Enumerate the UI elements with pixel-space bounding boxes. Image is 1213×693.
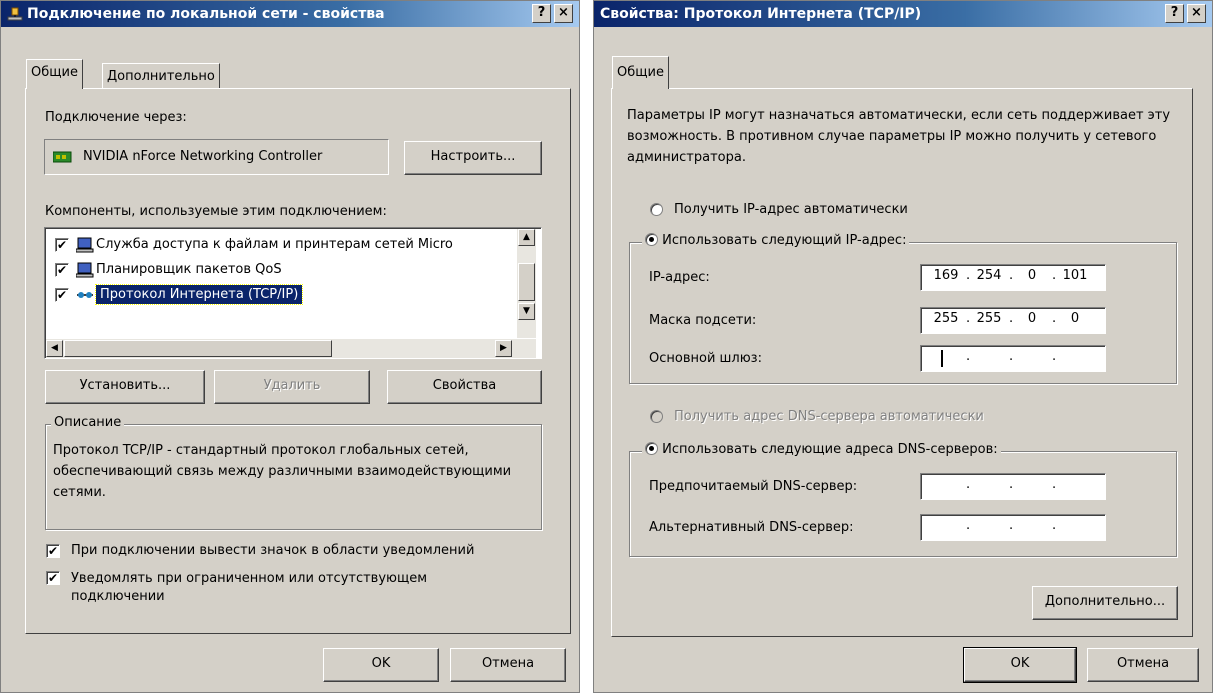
auto-ip-radio[interactable] bbox=[650, 203, 663, 216]
help-button[interactable]: ? bbox=[1165, 4, 1184, 23]
preferred-dns-field[interactable]: . . . bbox=[920, 473, 1106, 500]
general-panel: Параметры IP могут назначаться автоматич… bbox=[611, 88, 1193, 637]
scroll-down-icon[interactable]: ▼ bbox=[518, 303, 535, 320]
component-checkbox[interactable]: ✔ bbox=[55, 238, 69, 252]
notify-checkbox[interactable]: ✔ bbox=[46, 571, 60, 585]
tcpip-properties-dialog: Свойства: Протокол Интернета (TCP/IP) ? … bbox=[593, 0, 1213, 693]
component-checkbox[interactable]: ✔ bbox=[55, 263, 69, 277]
network-card-icon bbox=[52, 150, 73, 168]
mask-label: Маска подсети: bbox=[649, 313, 757, 328]
dns-group bbox=[629, 451, 1177, 557]
components-list[interactable]: ✔ Служба доступа к файлам и принтерам се… bbox=[44, 227, 542, 359]
cancel-button[interactable]: Отмена bbox=[450, 648, 566, 682]
ok-button[interactable]: OK bbox=[323, 648, 439, 682]
close-button[interactable]: × bbox=[1187, 4, 1206, 23]
network-connection-icon bbox=[7, 6, 23, 22]
show-icon-checkbox[interactable]: ✔ bbox=[46, 544, 60, 558]
mask-octet: 255 bbox=[976, 311, 1002, 326]
gateway-label: Основной шлюз: bbox=[649, 351, 762, 366]
subnet-mask-field[interactable]: 255 . 255 . 0 . 0 bbox=[920, 307, 1106, 334]
ip-octet: 101 bbox=[1062, 268, 1088, 283]
hscroll-thumb[interactable] bbox=[64, 340, 332, 357]
auto-dns-label: Получить адрес DNS-сервера автоматически bbox=[674, 409, 984, 424]
auto-ip-label: Получить IP-адрес автоматически bbox=[674, 202, 908, 217]
connect-via-label: Подключение через: bbox=[45, 110, 187, 125]
component-checkbox[interactable]: ✔ bbox=[55, 288, 69, 302]
properties-button[interactable]: Свойства bbox=[387, 370, 542, 404]
tab-advanced[interactable]: Дополнительно bbox=[102, 63, 220, 89]
scroll-up-icon[interactable]: ▲ bbox=[518, 229, 535, 246]
manual-ip-title: Использовать следующий IP-адрес: bbox=[642, 233, 910, 248]
right-title: Свойства: Протокол Интернета (TCP/IP) bbox=[600, 6, 922, 22]
component-label: Протокол Интернета (TCP/IP) bbox=[94, 284, 304, 305]
notify-label: Уведомлять при ограниченном или отсутств… bbox=[71, 571, 428, 604]
manual-dns-radio[interactable] bbox=[645, 442, 658, 455]
components-label: Компоненты, используемые этим подключени… bbox=[45, 204, 387, 219]
alternate-dns-field[interactable]: . . . bbox=[920, 514, 1106, 541]
manual-dns-title: Использовать следующие адреса DNS-сервер… bbox=[642, 442, 1001, 457]
ip-address-field[interactable]: 169 . 254 . 0 . 101 bbox=[920, 264, 1106, 291]
ip-octet: 169 bbox=[933, 268, 959, 283]
manual-ip-radio[interactable] bbox=[645, 233, 658, 246]
mask-octet: 255 bbox=[933, 311, 959, 326]
tab-general[interactable]: Общие bbox=[26, 59, 83, 89]
tab-general[interactable]: Общие bbox=[612, 56, 669, 89]
remove-button: Удалить bbox=[214, 370, 370, 404]
left-titlebar: Подключение по локальной сети - свойства… bbox=[1, 1, 579, 27]
alternate-dns-label: Альтернативный DNS-сервер: bbox=[649, 520, 854, 535]
description-title: Описание bbox=[51, 415, 125, 430]
close-button[interactable]: × bbox=[554, 4, 573, 23]
ok-button[interactable]: OK bbox=[963, 647, 1077, 683]
info-text: Параметры IP могут назначаться автоматич… bbox=[627, 108, 1171, 165]
adapter-box: NVIDIA nForce Networking Controller bbox=[44, 139, 389, 175]
scroll-left-icon[interactable]: ◀ bbox=[46, 340, 63, 357]
mask-octet: 0 bbox=[1070, 311, 1080, 326]
right-titlebar: Свойства: Протокол Интернета (TCP/IP) ? … bbox=[594, 1, 1212, 27]
auto-dns-radio bbox=[650, 410, 663, 423]
ip-octet: 0 bbox=[1027, 268, 1037, 283]
protocol-icon bbox=[76, 288, 94, 306]
advanced-button[interactable]: Дополнительно... bbox=[1032, 586, 1178, 620]
description-text: Протокол TCP/IP - стандартный протокол г… bbox=[53, 443, 512, 500]
manual-ip-label: Использовать следующий IP-адрес: bbox=[662, 233, 907, 248]
adapter-name: NVIDIA nForce Networking Controller bbox=[83, 149, 323, 164]
vertical-scrollbar[interactable]: ▲ ▼ bbox=[517, 229, 536, 338]
preferred-dns-label: Предпочитаемый DNS-сервер: bbox=[649, 479, 858, 494]
computer-icon bbox=[75, 237, 94, 257]
help-button[interactable]: ? bbox=[532, 4, 551, 23]
component-label: Служба доступа к файлам и принтерам сете… bbox=[96, 237, 453, 252]
scroll-thumb[interactable] bbox=[518, 263, 535, 301]
horizontal-scrollbar[interactable]: ◀ ▶ bbox=[46, 339, 536, 358]
component-label: Планировщик пакетов QoS bbox=[96, 262, 282, 277]
mask-octet: 0 bbox=[1027, 311, 1037, 326]
manual-dns-label: Использовать следующие адреса DNS-сервер… bbox=[662, 442, 998, 457]
ip-octet: 254 bbox=[976, 268, 1002, 283]
computer-icon bbox=[75, 262, 94, 282]
text-cursor bbox=[941, 350, 943, 367]
scroll-right-icon[interactable]: ▶ bbox=[495, 340, 512, 357]
lan-properties-dialog: Подключение по локальной сети - свойства… bbox=[0, 0, 580, 693]
left-title: Подключение по локальной сети - свойства bbox=[27, 6, 385, 22]
gateway-field[interactable]: . . . bbox=[920, 345, 1106, 372]
general-panel: Подключение через: NVIDIA nForce Network… bbox=[25, 88, 571, 634]
ip-label: IP-адрес: bbox=[649, 270, 710, 285]
cancel-button[interactable]: Отмена bbox=[1087, 648, 1199, 682]
install-button[interactable]: Установить... bbox=[45, 370, 205, 404]
configure-button[interactable]: Настроить... bbox=[404, 141, 542, 175]
show-icon-label: При подключении вывести значок в области… bbox=[71, 543, 475, 558]
